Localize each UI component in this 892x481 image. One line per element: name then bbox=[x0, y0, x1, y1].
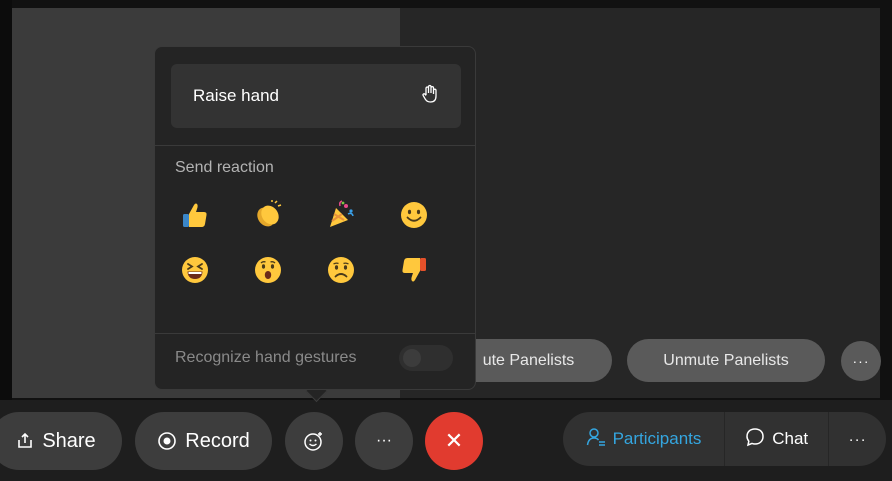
popup-divider bbox=[155, 145, 475, 146]
right-more-label: ··· bbox=[848, 430, 867, 448]
record-icon bbox=[157, 431, 177, 451]
smile-icon[interactable] bbox=[396, 197, 432, 233]
reactions-popup: Raise hand Send reaction Recognize hand … bbox=[154, 46, 476, 390]
mute-panelists-label: ute Panelists bbox=[482, 351, 575, 369]
stage-more-button[interactable]: ··· bbox=[841, 341, 881, 381]
recognize-gestures-toggle[interactable] bbox=[399, 345, 453, 371]
right-control-group: Participants Chat ··· bbox=[563, 412, 886, 466]
reaction-grid bbox=[177, 197, 457, 307]
laughing-icon[interactable] bbox=[177, 252, 213, 288]
thumbs-up-icon[interactable] bbox=[177, 197, 213, 233]
recognize-gestures-label: Recognize hand gestures bbox=[175, 349, 357, 366]
participants-icon bbox=[586, 427, 606, 452]
end-call-button[interactable]: ✕ bbox=[425, 412, 483, 470]
party-popper-icon[interactable] bbox=[323, 197, 359, 233]
share-button[interactable]: Share bbox=[0, 412, 122, 470]
raise-hand-button[interactable]: Raise hand bbox=[171, 64, 461, 128]
record-label: Record bbox=[185, 429, 250, 452]
sad-icon[interactable] bbox=[323, 252, 359, 288]
reaction-smiley-icon bbox=[303, 430, 325, 452]
stage-more-label: ··· bbox=[852, 353, 870, 369]
reactions-button[interactable] bbox=[285, 412, 343, 470]
more-options-button[interactable]: ··· bbox=[355, 412, 413, 470]
participants-label: Participants bbox=[612, 429, 702, 448]
popup-divider bbox=[155, 333, 475, 334]
clapping-hands-icon[interactable] bbox=[250, 197, 286, 233]
raise-hand-label: Raise hand bbox=[193, 86, 280, 105]
share-label: Share bbox=[42, 429, 96, 452]
surprised-icon[interactable] bbox=[250, 252, 286, 288]
share-icon bbox=[16, 432, 34, 450]
close-icon: ✕ bbox=[444, 428, 464, 453]
thumbs-down-icon[interactable] bbox=[396, 252, 432, 288]
record-button[interactable]: Record bbox=[135, 412, 272, 470]
unmute-panelists-button[interactable]: Unmute Panelists bbox=[627, 339, 825, 382]
chat-label: Chat bbox=[772, 429, 809, 448]
send-reaction-label: Send reaction bbox=[175, 159, 274, 176]
chat-button[interactable]: Chat bbox=[724, 412, 828, 466]
toggle-knob bbox=[403, 349, 421, 367]
participants-button[interactable]: Participants bbox=[563, 412, 724, 466]
more-options-label: ··· bbox=[376, 432, 392, 449]
raise-hand-icon bbox=[421, 84, 439, 109]
right-more-button[interactable]: ··· bbox=[828, 412, 886, 466]
unmute-panelists-label: Unmute Panelists bbox=[663, 351, 789, 369]
chat-bubble-icon bbox=[745, 427, 765, 452]
